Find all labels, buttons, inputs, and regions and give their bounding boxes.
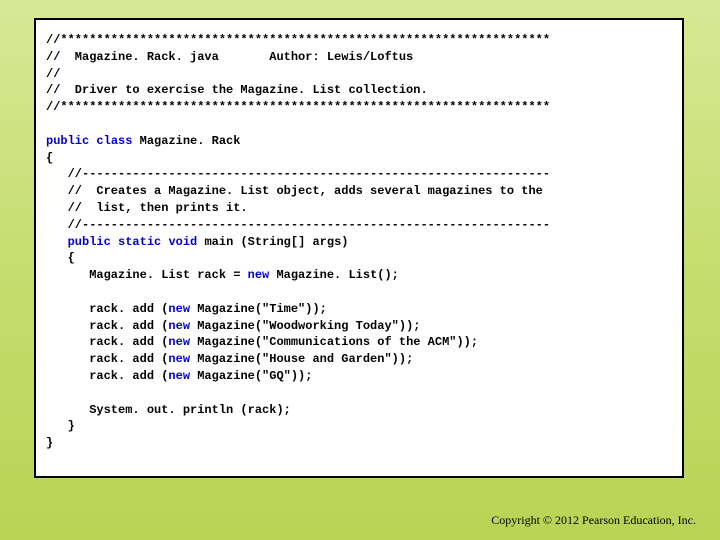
line: //**************************************…: [46, 33, 550, 47]
line: // Driver to exercise the Magazine. List…: [46, 83, 428, 97]
keyword-new: new: [248, 268, 270, 282]
copyright-notice: Copyright © 2012 Pearson Education, Inc.: [491, 513, 696, 528]
keyword-new: new: [168, 319, 190, 333]
println-line: System. out. println (rack);: [46, 403, 291, 417]
comment-line: //--------------------------------------…: [46, 167, 550, 181]
comment-line: // Creates a Magazine. List object, adds…: [46, 184, 543, 198]
add-line: Magazine("Communications of the ACM"));: [190, 335, 478, 349]
keyword-new: new: [168, 335, 190, 349]
add-pre: rack. add (: [46, 335, 168, 349]
class-name: Magazine. Rack: [140, 134, 241, 148]
add-line: Magazine("Woodworking Today"));: [190, 319, 420, 333]
line: //: [46, 67, 60, 81]
keyword-new: new: [168, 302, 190, 316]
add-pre: rack. add (: [46, 352, 168, 366]
keyword-void: void: [168, 235, 197, 249]
add-pre: rack. add (: [46, 302, 168, 316]
keyword-static: static: [118, 235, 161, 249]
add-line: Magazine("GQ"));: [190, 369, 312, 383]
keyword-new: new: [168, 369, 190, 383]
add-pre: rack. add (: [46, 369, 168, 383]
comment-line: //--------------------------------------…: [46, 218, 550, 232]
line: // Magazine. Rack. java Author: Lewis/Lo…: [46, 50, 413, 64]
brace: }: [46, 419, 75, 433]
decl-part: Magazine. List rack =: [46, 268, 248, 282]
decl-part: Magazine. List();: [269, 268, 399, 282]
add-line: Magazine("House and Garden"));: [190, 352, 413, 366]
code-listing: //**************************************…: [34, 18, 684, 478]
brace: {: [46, 251, 75, 265]
add-line: Magazine("Time"));: [190, 302, 327, 316]
brace: }: [46, 436, 53, 450]
keyword-public: public: [46, 134, 89, 148]
brace: {: [46, 151, 53, 165]
add-pre: rack. add (: [46, 319, 168, 333]
comment-line: // list, then prints it.: [46, 201, 248, 215]
main-sig: main (String[] args): [197, 235, 348, 249]
line: //**************************************…: [46, 100, 550, 114]
keyword-class: class: [96, 134, 132, 148]
keyword-public: public: [68, 235, 111, 249]
keyword-new: new: [168, 352, 190, 366]
